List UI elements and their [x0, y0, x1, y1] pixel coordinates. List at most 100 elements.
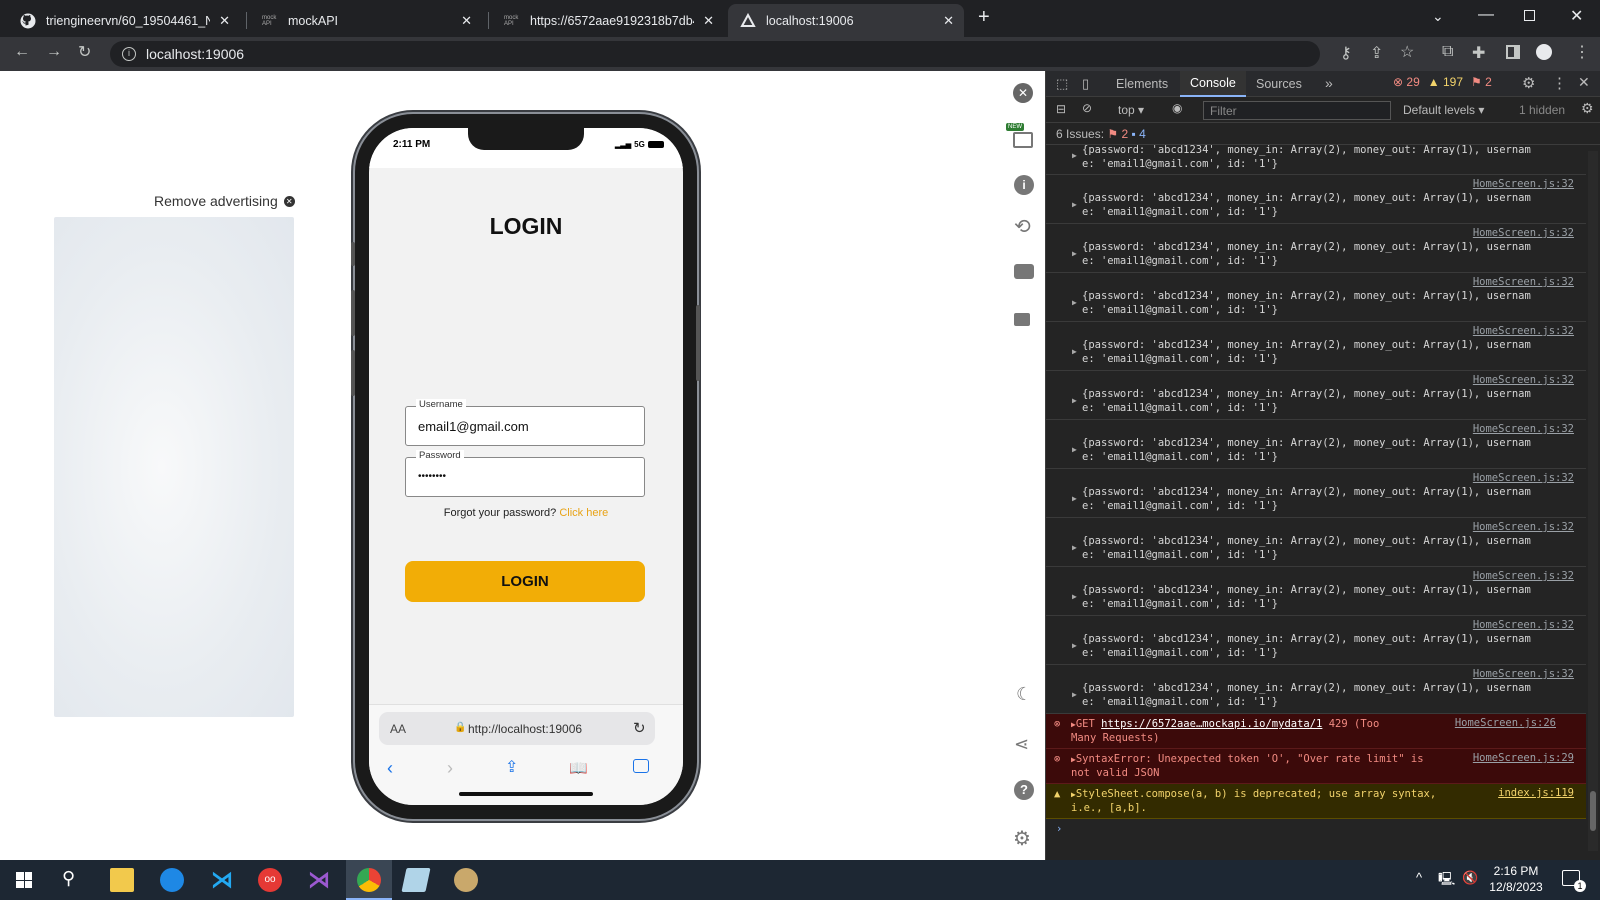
log-source-link[interactable]: HomeScreen.js:32: [1473, 668, 1574, 680]
close-emulator-icon[interactable]: ✕: [1013, 83, 1033, 103]
expand-triangle-icon[interactable]: ▶: [1072, 445, 1077, 454]
forward-icon[interactable]: →: [46, 43, 62, 61]
safari-address-bar[interactable]: AA 🔒 http://localhost:19006 ↻: [379, 712, 655, 745]
video-icon[interactable]: [1014, 313, 1030, 326]
expand-triangle-icon[interactable]: ▶: [1072, 347, 1077, 356]
new-tab-icon[interactable]: +: [978, 6, 990, 29]
console-log-entry[interactable]: HomeScreen.js:32 ▶ {password: 'abcd1234', …: [1046, 224, 1586, 273]
minimize-icon[interactable]: —: [1478, 6, 1494, 24]
system-tray-chevron-icon[interactable]: ^: [1416, 870, 1422, 885]
browser-tab-mockapi[interactable]: mock API mockAPI ✕: [250, 4, 482, 37]
password-field[interactable]: Password ••••••••: [405, 450, 645, 497]
log-source-link[interactable]: HomeScreen.js:32: [1473, 276, 1574, 288]
search-icon[interactable]: ⚲: [62, 868, 75, 889]
log-levels-select[interactable]: Default levels ▾: [1403, 103, 1484, 117]
console-log-entry[interactable]: HomeScreen.js:32 ▶ {password: 'abcd1234', …: [1046, 665, 1586, 714]
expand-triangle-icon[interactable]: ▶: [1072, 494, 1077, 503]
log-source-link[interactable]: HomeScreen.js:32: [1473, 423, 1574, 435]
paint-icon[interactable]: [454, 868, 478, 892]
remove-advertising-link[interactable]: Remove advertising ✕: [154, 193, 295, 209]
address-bar[interactable]: i localhost:19006: [110, 41, 1320, 67]
log-source-link[interactable]: HomeScreen.js:32: [1473, 374, 1574, 386]
tabs-icon[interactable]: [633, 759, 649, 773]
warning-source-link[interactable]: index.js:119: [1498, 787, 1574, 799]
close-tab-icon[interactable]: ✕: [461, 13, 472, 29]
windows-start-icon[interactable]: [16, 872, 32, 888]
tab-search-icon[interactable]: ⌄: [1432, 8, 1444, 25]
kebab-menu-icon[interactable]: ⋮: [1574, 42, 1590, 62]
login-button[interactable]: LOGIN: [405, 561, 645, 602]
error-source-link[interactable]: HomeScreen.js:26: [1455, 717, 1556, 729]
devtools-counters[interactable]: ⊗ 29 ▲ 197 ⚑ 2: [1393, 75, 1492, 89]
log-source-link[interactable]: HomeScreen.js:32: [1473, 472, 1574, 484]
console-log-entry[interactable]: HomeScreen.js:32 ▶ {password: 'abcd1234', …: [1046, 420, 1586, 469]
close-tab-icon[interactable]: ✕: [703, 13, 714, 29]
app-icon[interactable]: [401, 868, 431, 892]
console-log-entry[interactable]: HomeScreen.js:32 ▶ {password: 'abcd1234', …: [1046, 518, 1586, 567]
chrome-taskbar-active[interactable]: [346, 860, 392, 900]
share-icon[interactable]: ⋖: [1014, 734, 1029, 755]
console-log-entry[interactable]: HomeScreen.js:32 ▶ {password: 'abcd1234', …: [1046, 469, 1586, 518]
console-settings-icon[interactable]: ⚙: [1581, 100, 1594, 117]
profile-avatar[interactable]: [1536, 44, 1552, 60]
device-select-icon[interactable]: [1013, 132, 1033, 148]
console-log-entry[interactable]: HomeScreen.js:32 ▶ {password: 'abcd1234', …: [1046, 616, 1586, 665]
close-devtools-icon[interactable]: ✕: [1578, 74, 1590, 91]
console-scrollbar[interactable]: [1588, 151, 1598, 851]
username-field[interactable]: Username email1@gmail.com: [405, 399, 645, 446]
puzzle-icon[interactable]: ✚: [1472, 43, 1485, 63]
browser-tab-localhost[interactable]: localhost:19006 ✕: [728, 4, 964, 37]
browser-tab-mockapi-url[interactable]: mockAPI https://6572aae9192318b7db407 ✕: [492, 4, 724, 37]
expand-triangle-icon[interactable]: ▶: [1072, 200, 1077, 209]
settings-gear-icon[interactable]: ⚙: [1522, 74, 1535, 92]
forgot-password-link[interactable]: Click here: [559, 507, 608, 519]
console-error-entry[interactable]: ⊗ ▶SyntaxError: Unexpected token 'O', "O…: [1046, 749, 1586, 784]
expand-triangle-icon[interactable]: ▶: [1072, 298, 1077, 307]
tab-console[interactable]: Console: [1180, 71, 1246, 97]
console-log-entry[interactable]: HomeScreen.js:32 ▶ {password: 'abcd1234', …: [1046, 273, 1586, 322]
error-url[interactable]: https://6572aae…mockapi.io/mydata/1: [1101, 718, 1322, 730]
bookmarks-icon[interactable]: 📖: [569, 759, 588, 777]
file-explorer-icon[interactable]: [110, 868, 134, 892]
sidebar-toggle-icon[interactable]: ⊟: [1056, 102, 1066, 116]
reload-icon[interactable]: ↻: [633, 719, 646, 737]
maximize-icon[interactable]: [1524, 10, 1535, 21]
close-tab-icon[interactable]: ✕: [943, 13, 954, 29]
console-log-entry[interactable]: HomeScreen.js:32 ▶ {password: 'abcd1234', …: [1046, 322, 1586, 371]
log-source-link[interactable]: HomeScreen.js:32: [1473, 570, 1574, 582]
tab-elements[interactable]: Elements: [1106, 71, 1178, 97]
expand-triangle-icon[interactable]: ▶: [1072, 249, 1077, 258]
expand-triangle-icon[interactable]: ▶: [1072, 543, 1077, 552]
more-tabs-icon[interactable]: »: [1325, 75, 1333, 91]
log-source-link[interactable]: HomeScreen.js:32: [1473, 227, 1574, 239]
expand-triangle-icon[interactable]: ▶: [1072, 690, 1077, 699]
close-window-icon[interactable]: ✕: [1570, 6, 1583, 26]
volume-muted-icon[interactable]: 🔇: [1462, 870, 1478, 886]
expand-triangle-icon[interactable]: ▶: [1072, 151, 1077, 160]
extension-icon[interactable]: ⧉: [1442, 43, 1453, 61]
rotate-icon[interactable]: ⟲: [1014, 214, 1031, 239]
text-size-button[interactable]: AA: [390, 722, 406, 736]
bookmark-star-icon[interactable]: ☆: [1400, 42, 1414, 62]
share-icon[interactable]: ⇪: [505, 757, 518, 777]
console-warning-entry[interactable]: ▲ ▶StyleSheet.compose(a, b) is deprecate…: [1046, 784, 1586, 819]
browser-tab-github[interactable]: triengineervn/60_19504461_Nguy ✕: [8, 4, 240, 37]
log-source-link[interactable]: HomeScreen.js:32: [1473, 325, 1574, 337]
log-source-link[interactable]: HomeScreen.js:32: [1473, 178, 1574, 190]
live-expression-eye-icon[interactable]: ◉: [1172, 101, 1182, 115]
inspect-element-icon[interactable]: ⬚: [1056, 76, 1068, 92]
side-panel-icon[interactable]: [1506, 45, 1520, 59]
info-icon[interactable]: i: [1014, 175, 1034, 195]
console-log-entry[interactable]: HomeScreen.js:32 ▶ {password: 'abcd1234', …: [1046, 567, 1586, 616]
help-icon[interactable]: ?: [1014, 780, 1034, 800]
settings-gear-icon[interactable]: ⚙: [1013, 826, 1031, 851]
issues-bar[interactable]: 6 Issues: ⚑ 2 ▪ 4: [1046, 123, 1600, 145]
clear-console-icon[interactable]: ⊘: [1082, 101, 1092, 115]
device-toolbar-icon[interactable]: ▯: [1082, 76, 1089, 92]
back-icon[interactable]: ←: [14, 43, 30, 61]
tab-sources[interactable]: Sources: [1246, 71, 1312, 97]
close-tab-icon[interactable]: ✕: [219, 13, 230, 29]
forward-icon[interactable]: ›: [447, 758, 453, 779]
context-select[interactable]: top ▾: [1118, 103, 1144, 117]
app-icon[interactable]: [160, 868, 184, 892]
